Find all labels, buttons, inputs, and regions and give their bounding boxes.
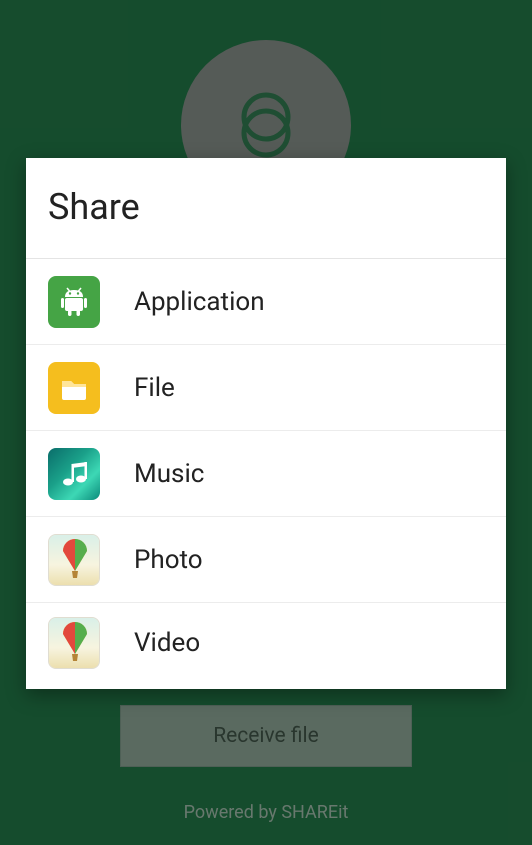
share-item-label: Application	[134, 287, 265, 317]
share-item-label: Music	[134, 459, 204, 489]
share-item-label: File	[134, 373, 175, 403]
share-item-video[interactable]: Video	[26, 603, 506, 689]
balloon-icon	[48, 617, 100, 669]
share-item-application[interactable]: Application	[26, 259, 506, 345]
share-item-music[interactable]: Music	[26, 431, 506, 517]
balloon-icon	[48, 534, 100, 586]
share-item-file[interactable]: File	[26, 345, 506, 431]
share-item-photo[interactable]: Photo	[26, 517, 506, 603]
dialog-title: Share	[26, 158, 506, 259]
share-dialog: Share	[26, 158, 506, 689]
folder-icon	[48, 362, 100, 414]
music-note-icon	[48, 448, 100, 500]
android-icon	[48, 276, 100, 328]
app-screen: Receive file Powered by SHAREit Share	[0, 0, 532, 845]
share-item-label: Photo	[134, 545, 203, 575]
share-item-label: Video	[134, 628, 200, 658]
